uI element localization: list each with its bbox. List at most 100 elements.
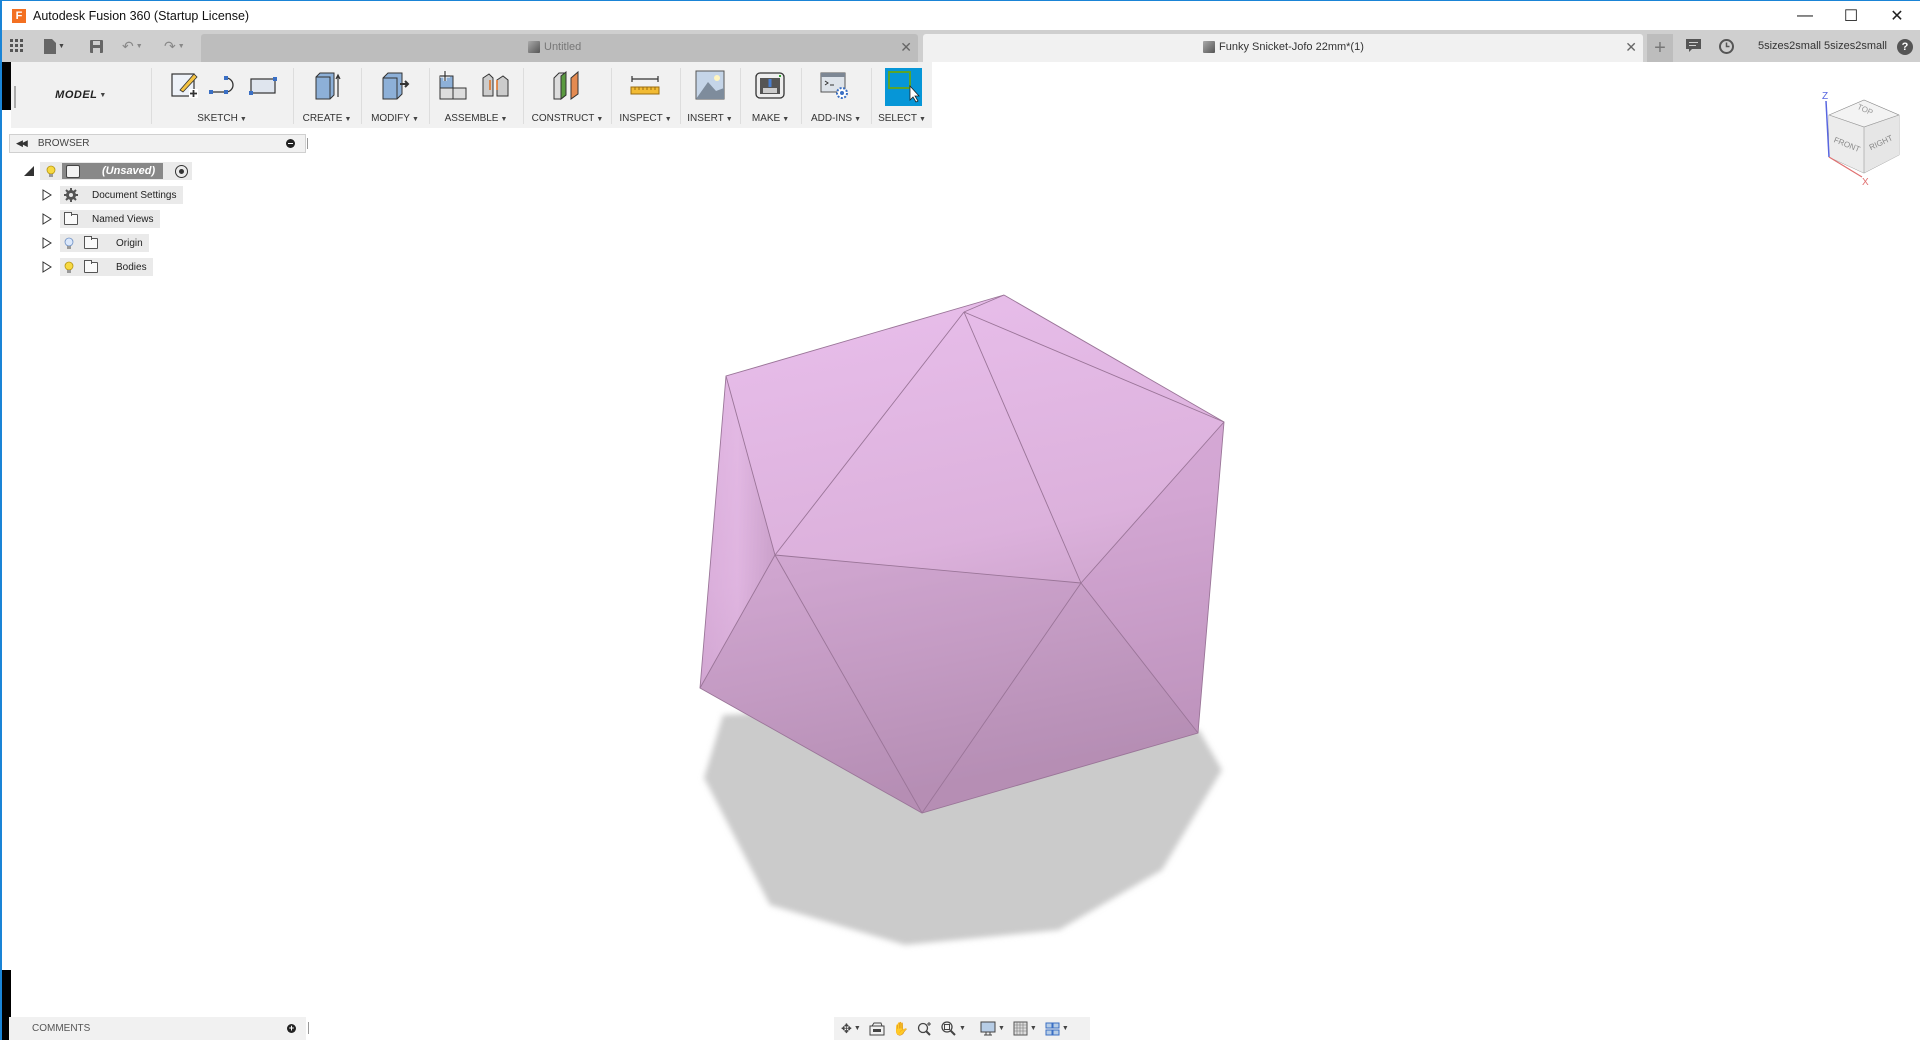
scripts-addins-icon[interactable] [820, 70, 850, 100]
add-ins-group: ADD-INS ▼ [802, 62, 870, 128]
orbit-button[interactable]: ✥ ▼ [838, 1019, 864, 1039]
new-tab-button[interactable]: + [1647, 34, 1673, 62]
lightbulb-off-icon[interactable] [64, 237, 74, 250]
browser-panel-header: ◀◀ BROWSER [9, 134, 309, 153]
3d-viewport[interactable] [2, 0, 1920, 1040]
expand-triangle-icon[interactable] [42, 237, 52, 249]
gear-icon [64, 188, 78, 202]
maximize-button[interactable]: ☐ [1828, 1, 1874, 31]
z-axis [1825, 100, 1830, 158]
lightbulb-on-icon[interactable] [46, 165, 56, 178]
select-tool-button[interactable] [885, 68, 922, 106]
face-bottom [700, 555, 1198, 813]
modify-menu[interactable]: MODIFY ▼ [362, 113, 428, 124]
make-menu[interactable]: MAKE ▼ [741, 113, 800, 124]
expand-triangle-icon[interactable] [24, 166, 34, 176]
browser-item-origin[interactable]: Origin [42, 234, 149, 252]
fit-button[interactable]: ▼ [938, 1019, 969, 1039]
folder-icon [64, 211, 78, 225]
file-menu-button[interactable]: ▼ [44, 30, 65, 62]
redo-button[interactable]: ↷ ▼ [164, 30, 185, 62]
design-icon [528, 41, 540, 53]
lightbulb-on-icon[interactable] [64, 261, 74, 274]
insert-menu[interactable]: INSERT ▼ [681, 113, 739, 124]
insert-canvas-icon[interactable] [695, 70, 725, 100]
browser-item-bodies[interactable]: Bodies [42, 258, 153, 276]
close-tab-icon[interactable]: ✕ [1625, 39, 1637, 56]
face-right [1081, 422, 1224, 733]
browser-item-named-views[interactable]: Named Views [42, 210, 160, 228]
expand-triangle-icon[interactable] [42, 213, 52, 225]
job-status-icon[interactable] [1719, 39, 1734, 58]
user-account-button[interactable]: 5sizes2small 5sizes2small [1758, 40, 1887, 52]
insert-group: INSERT ▼ [681, 62, 739, 128]
folder-icon [84, 259, 98, 273]
add-ins-menu[interactable]: ADD-INS ▼ [802, 113, 870, 124]
comments-pin-handle[interactable] [308, 1022, 310, 1034]
icosahedron-body[interactable] [699, 294, 1225, 814]
workspace-switcher[interactable]: MODEL ▼ [11, 62, 151, 128]
3d-print-icon[interactable] [755, 70, 785, 100]
minimize-browser-icon[interactable] [286, 139, 295, 148]
close-tab-icon[interactable]: ✕ [900, 39, 912, 56]
tab-label: Funky Snicket-Jofo 22mm*(1) [1219, 41, 1364, 53]
expand-triangle-icon[interactable] [42, 261, 52, 273]
zoom-icon [917, 1022, 932, 1036]
tab-funky-snicket-jofo[interactable]: Funky Snicket-Jofo 22mm*(1) ✕ [923, 34, 1643, 62]
browser-title: BROWSER [37, 138, 90, 149]
collapse-browser-icon[interactable]: ◀◀ [16, 138, 28, 149]
add-comment-icon[interactable]: + [287, 1024, 296, 1033]
browser-item-document-settings[interactable]: Document Settings [42, 186, 183, 204]
create-sketch-icon[interactable] [170, 70, 200, 100]
save-button[interactable] [90, 30, 103, 62]
viewcube[interactable]: TOP FRONT RIGHT Z X [1814, 85, 1914, 185]
extrude-icon[interactable] [312, 70, 342, 100]
create-menu[interactable]: CREATE ▼ [294, 113, 360, 124]
look-at-button[interactable] [866, 1019, 888, 1039]
inspect-menu[interactable]: INSPECT ▼ [612, 113, 679, 124]
body-shadow [704, 700, 1222, 945]
undo-button[interactable]: ↶ ▼ [122, 30, 143, 62]
select-menu[interactable]: SELECT ▼ [872, 113, 932, 124]
pan-button[interactable]: ✋ [890, 1019, 912, 1039]
window-select-icon [888, 71, 920, 103]
window-title: Autodesk Fusion 360 (Startup License) [33, 8, 250, 23]
measure-icon[interactable] [630, 70, 660, 100]
comments-icon[interactable] [1686, 39, 1701, 57]
rectangle-icon[interactable] [248, 70, 278, 100]
browser-pin-handle[interactable] [307, 138, 309, 149]
minimize-button[interactable]: — [1782, 1, 1828, 31]
construct-menu[interactable]: CONSTRUCT ▼ [524, 113, 611, 124]
close-window-button[interactable]: ✕ [1874, 1, 1920, 31]
display-settings-button[interactable]: ▼ [977, 1019, 1008, 1039]
grid-settings-button[interactable]: ▼ [1010, 1019, 1040, 1039]
navigation-bar: ✥ ▼ ✋ ▼ ▼ ▼ ▼ [834, 1017, 1090, 1040]
new-component-icon[interactable] [438, 70, 468, 100]
expand-triangle-icon[interactable] [42, 189, 52, 201]
tab-bar: ▼ ↶ ▼ ↷ ▼ Untitled ✕ Funky Snicket-Jofo 22… [2, 30, 1920, 62]
help-icon[interactable]: ? [1897, 39, 1913, 55]
assemble-menu[interactable]: ASSEMBLE ▼ [430, 113, 522, 124]
tab-untitled[interactable]: Untitled ✕ [201, 34, 918, 62]
joint-icon[interactable] [480, 70, 510, 100]
line-arc-icon[interactable] [208, 70, 238, 100]
component-label[interactable]: (Unsaved) [62, 163, 164, 179]
window-controls: — ☐ ✕ [1782, 1, 1920, 31]
data-panel-button[interactable] [10, 30, 24, 62]
browser-root-node[interactable]: (Unsaved) [24, 162, 193, 180]
undo-icon: ↶ [122, 37, 134, 54]
look-at-icon [869, 1022, 885, 1035]
viewports-button[interactable]: ▼ [1042, 1019, 1072, 1039]
grid-snap-icon [1013, 1021, 1028, 1036]
fusion-logo-icon: F [12, 8, 26, 23]
zoom-button[interactable] [914, 1019, 936, 1039]
design-icon [1203, 41, 1215, 53]
sketch-menu[interactable]: SKETCH ▼ [152, 113, 292, 124]
orbit-icon: ✥ [841, 1020, 852, 1036]
offset-plane-icon[interactable] [552, 70, 582, 100]
redo-icon: ↷ [164, 37, 176, 54]
component-icon [66, 164, 80, 178]
viewports-icon [1045, 1022, 1060, 1035]
press-pull-icon[interactable] [380, 70, 410, 100]
activate-radio[interactable] [175, 164, 189, 178]
